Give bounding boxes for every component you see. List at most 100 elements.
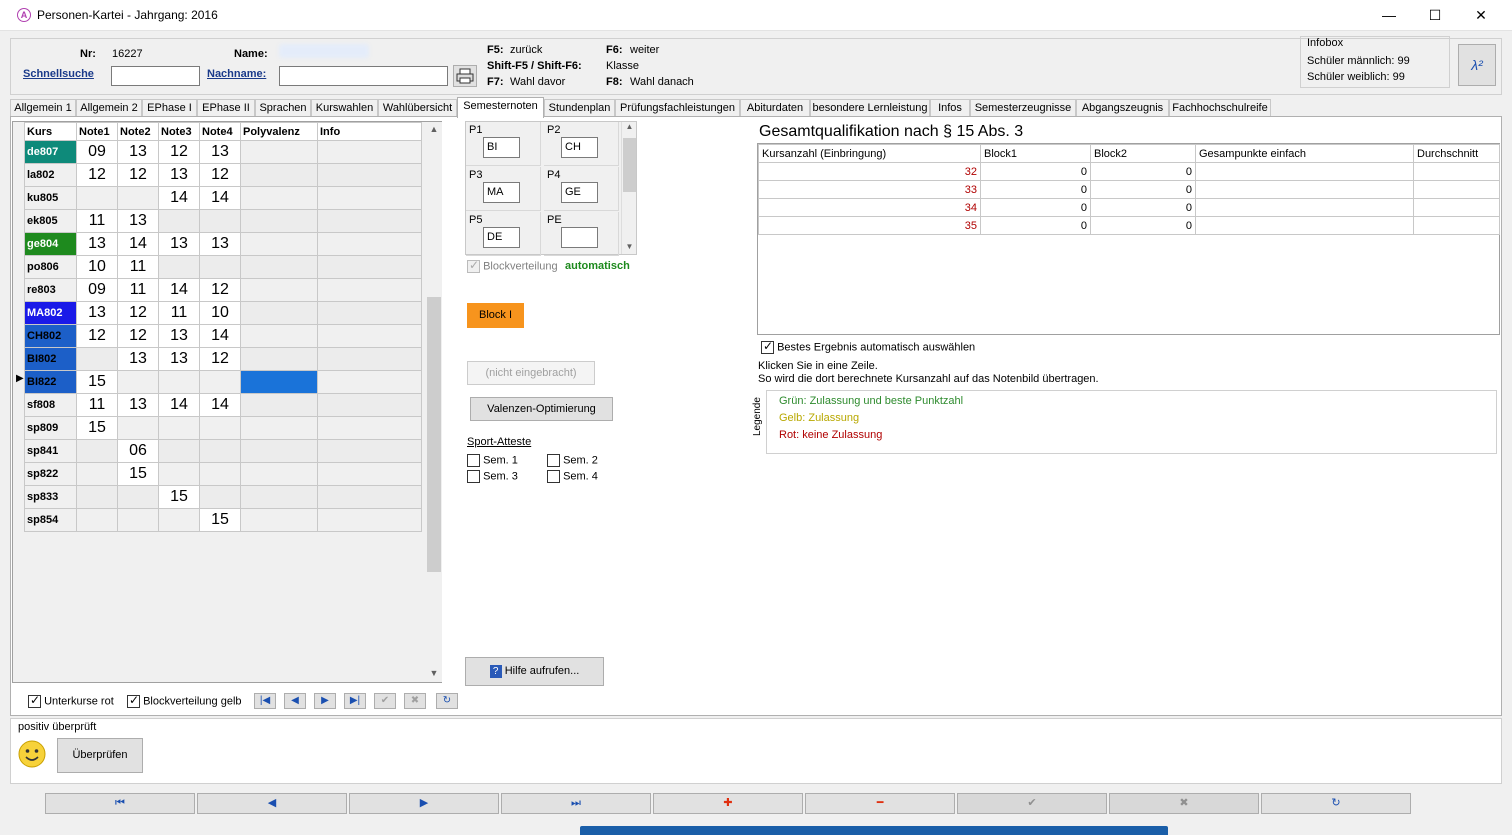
- table-row[interactable]: MA802 13 12 11 10: [24, 301, 422, 325]
- qual-cell-b2[interactable]: 0: [1090, 198, 1196, 217]
- table-row[interactable]: sf808 11 13 14 14: [24, 393, 422, 417]
- last-record-icon[interactable]: ⏭: [501, 793, 651, 814]
- note4-cell[interactable]: 14: [199, 324, 241, 348]
- schnellsuche-link[interactable]: Schnellsuche: [23, 68, 94, 80]
- table-row[interactable]: la802 12 12 13 12: [24, 163, 422, 187]
- info-cell[interactable]: [317, 163, 422, 187]
- note3-cell[interactable]: 15: [158, 485, 200, 509]
- tab-infos[interactable]: Infos: [930, 99, 970, 117]
- note1-cell[interactable]: [76, 439, 118, 463]
- qual-cell-g[interactable]: [1195, 216, 1414, 235]
- kurs-cell[interactable]: BI802: [24, 347, 77, 371]
- note4-cell[interactable]: 13: [199, 232, 241, 256]
- qual-cell-b2[interactable]: 0: [1090, 216, 1196, 235]
- note2-cell[interactable]: [117, 485, 159, 509]
- print-button[interactable]: [453, 65, 477, 87]
- scroll-down-icon[interactable]: ▼: [426, 668, 442, 678]
- polyvalenz-cell[interactable]: [240, 439, 318, 463]
- polyvalenz-cell[interactable]: [240, 324, 318, 348]
- note3-cell[interactable]: 14: [158, 278, 200, 302]
- table-row[interactable]: sp841 06: [24, 439, 422, 463]
- table-row[interactable]: re803 09 11 14 12: [24, 278, 422, 302]
- table-row[interactable]: sp822 15: [24, 462, 422, 486]
- info-cell[interactable]: [317, 209, 422, 233]
- note1-cell[interactable]: 12: [76, 163, 118, 187]
- note4-cell[interactable]: 12: [199, 347, 241, 371]
- polyvalenz-cell[interactable]: [240, 163, 318, 187]
- qual-cell-g[interactable]: [1195, 198, 1414, 217]
- qual-cell-k[interactable]: 33: [758, 180, 981, 199]
- polyvalenz-cell[interactable]: [240, 347, 318, 371]
- note4-cell[interactable]: [199, 209, 241, 233]
- qual-cell-d[interactable]: [1413, 216, 1500, 235]
- tab-semesternoten[interactable]: Semesternoten: [457, 97, 544, 118]
- note1-cell[interactable]: [76, 508, 118, 532]
- col-gesamtpunkte[interactable]: Gesampunkte einfach: [1195, 144, 1414, 163]
- qual-cell-b2[interactable]: 0: [1090, 180, 1196, 199]
- tab-ephase-2[interactable]: EPhase II: [197, 99, 255, 117]
- grid-next-icon[interactable]: ▶: [314, 693, 336, 709]
- col-block1[interactable]: Block1: [980, 144, 1091, 163]
- note4-cell[interactable]: 12: [199, 278, 241, 302]
- note4-cell[interactable]: 13: [199, 140, 241, 164]
- block-1-button[interactable]: Block I: [467, 303, 524, 328]
- scroll-thumb[interactable]: [427, 297, 441, 572]
- col-kursanzahl[interactable]: Kursanzahl (Einbringung): [758, 144, 981, 163]
- col-note1[interactable]: Note1: [76, 122, 118, 141]
- unterkurse-rot-checkbox[interactable]: Unterkurse rot: [28, 693, 114, 708]
- info-cell[interactable]: [317, 140, 422, 164]
- col-durchschnitt[interactable]: Durchschnitt: [1413, 144, 1500, 163]
- note2-cell[interactable]: [117, 186, 159, 210]
- grid-scrollbar[interactable]: ▲ ▼: [426, 122, 442, 682]
- kurs-cell[interactable]: la802: [24, 163, 77, 187]
- note3-cell[interactable]: 12: [158, 140, 200, 164]
- polyvalenz-cell[interactable]: [240, 462, 318, 486]
- table-row[interactable]: sp854 15: [24, 508, 422, 532]
- blockverteilung-gelb-checkbox[interactable]: Blockverteilung gelb: [127, 693, 242, 708]
- cancel-icon[interactable]: ✖: [1109, 793, 1259, 814]
- prev-record-icon[interactable]: ◀: [197, 793, 347, 814]
- kurs-cell[interactable]: sp822: [24, 462, 77, 486]
- note2-cell[interactable]: 12: [117, 324, 159, 348]
- grid-cancel-icon[interactable]: ✖: [404, 693, 426, 709]
- col-note3[interactable]: Note3: [158, 122, 200, 141]
- kurs-cell[interactable]: de807: [24, 140, 77, 164]
- kurs-cell[interactable]: ku805: [24, 186, 77, 210]
- info-cell[interactable]: [317, 370, 422, 394]
- note1-cell[interactable]: 15: [76, 416, 118, 440]
- polyvalenz-cell[interactable]: [240, 186, 318, 210]
- polyvalenz-cell[interactable]: [240, 140, 318, 164]
- note3-cell[interactable]: [158, 209, 200, 233]
- grid-refresh-icon[interactable]: ↻: [436, 693, 458, 709]
- polyvalenz-cell[interactable]: [240, 301, 318, 325]
- info-cell[interactable]: [317, 347, 422, 371]
- note3-cell[interactable]: [158, 508, 200, 532]
- info-cell[interactable]: [317, 255, 422, 279]
- delete-icon[interactable]: ━: [805, 793, 955, 814]
- nicht-eingebracht-button[interactable]: (nicht eingebracht): [467, 361, 595, 385]
- note4-cell[interactable]: [199, 485, 241, 509]
- note4-cell[interactable]: [199, 462, 241, 486]
- note3-cell[interactable]: 13: [158, 232, 200, 256]
- polyvalenz-cell[interactable]: [240, 255, 318, 279]
- note2-cell[interactable]: 06: [117, 439, 159, 463]
- note4-cell[interactable]: 15: [199, 508, 241, 532]
- note3-cell[interactable]: 13: [158, 163, 200, 187]
- note1-cell[interactable]: 11: [76, 209, 118, 233]
- col-note4[interactable]: Note4: [199, 122, 241, 141]
- lambda-icon[interactable]: λ²: [1458, 44, 1496, 86]
- p-scrollbar[interactable]: ▲ ▼: [621, 122, 636, 254]
- table-row[interactable]: 33 0 0: [758, 180, 1500, 199]
- nachname-link[interactable]: Nachname:: [207, 68, 266, 80]
- note1-cell[interactable]: [76, 462, 118, 486]
- table-row[interactable]: de807 09 13 12 13: [24, 140, 422, 164]
- tab-abiturdaten[interactable]: Abiturdaten: [740, 99, 810, 117]
- qual-cell-g[interactable]: [1195, 162, 1414, 181]
- col-note2[interactable]: Note2: [117, 122, 159, 141]
- note3-cell[interactable]: [158, 462, 200, 486]
- tab-fachhochschulreife[interactable]: Fachhochschulreife: [1169, 99, 1271, 117]
- info-cell[interactable]: [317, 186, 422, 210]
- info-cell[interactable]: [317, 439, 422, 463]
- valenzen-optimierung-button[interactable]: Valenzen-Optimierung: [470, 397, 613, 421]
- tab-abgangszeugnis[interactable]: Abgangszeugnis: [1076, 99, 1169, 117]
